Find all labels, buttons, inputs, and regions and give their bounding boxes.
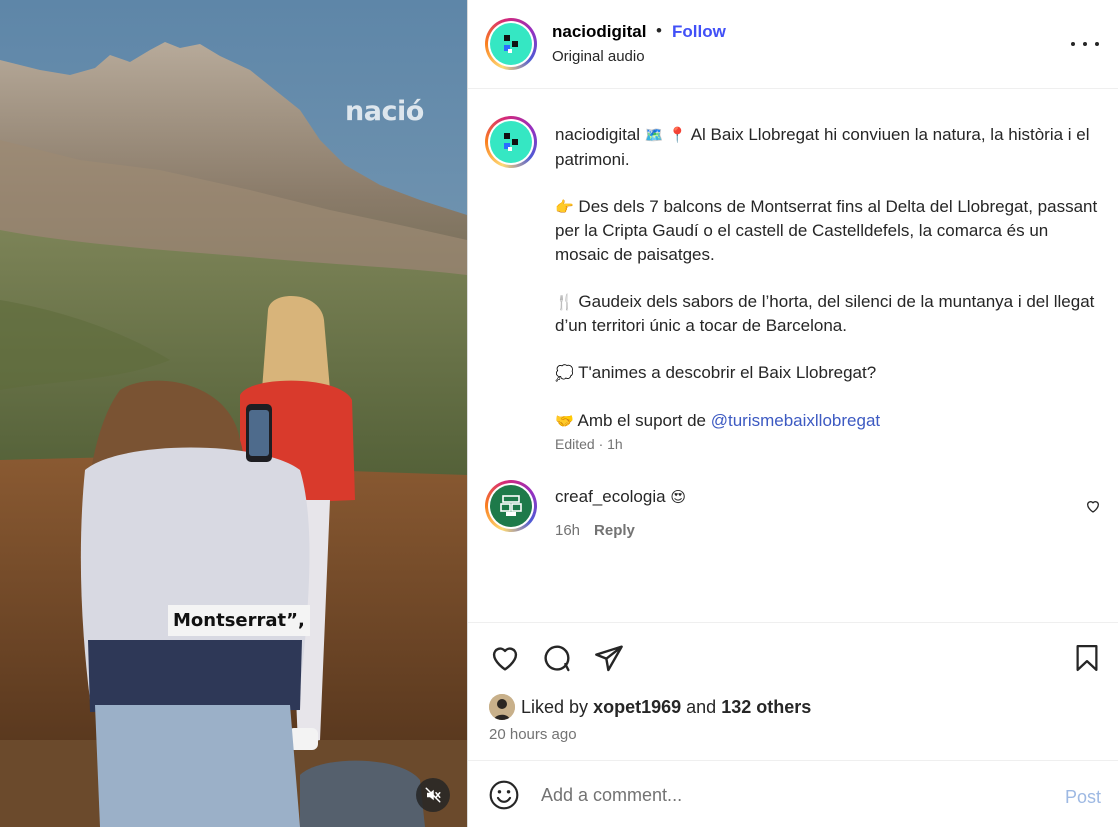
comments-section[interactable]: naciodigital 🗺️ 📍 Al Baix Llobregat hi c…	[468, 90, 1118, 622]
save-button[interactable]	[1070, 641, 1104, 675]
mention-link[interactable]: @turismebaixllobregat	[711, 411, 880, 430]
caption-paragraph-4: T'animes a descobrir el Baix Llobregat?	[578, 363, 877, 382]
speaker-muted-icon	[425, 787, 441, 803]
share-button[interactable]	[592, 641, 626, 675]
naciodigital-logo-icon	[504, 35, 518, 53]
reply-button[interactable]: Reply	[594, 522, 635, 539]
mute-button[interactable]	[416, 778, 450, 812]
header-username[interactable]: naciodigital	[552, 22, 646, 42]
comment-time: 16h	[555, 522, 581, 539]
original-audio-link[interactable]: Original audio	[552, 48, 645, 65]
avatar-photo-icon	[489, 694, 515, 720]
post-header: naciodigital • Follow Original audio	[468, 0, 1118, 89]
brand-watermark: nació	[345, 96, 424, 127]
caption-paragraph-2: Des dels 7 balcons de Montserrat fins al…	[555, 196, 1098, 264]
video-subtitle: Montserrat”,	[168, 605, 310, 636]
caption-paragraph-5: Amb el suport de	[577, 411, 706, 430]
map-pin-emoji: 🗺️ 📍	[644, 126, 687, 144]
caption-text: naciodigital 🗺️ 📍 Al Baix Llobregat hi c…	[555, 123, 1100, 434]
avatar[interactable]	[485, 480, 537, 532]
comment-input[interactable]	[541, 781, 1041, 809]
fork-knife-emoji: 🍴	[555, 292, 574, 311]
likes-summary[interactable]: Liked by xopet1969 and 132 others	[489, 694, 811, 720]
comment-username[interactable]: creaf_ecologia	[555, 487, 666, 506]
naciodigital-logo-icon	[504, 133, 518, 151]
thought-bubble-emoji: 💭	[555, 364, 574, 382]
paper-plane-icon	[595, 645, 623, 672]
comment-text: creaf_ecologia 😍	[555, 487, 686, 507]
more-horizontal-icon	[1071, 42, 1075, 46]
caption-paragraph-3: Gaudeix dels sabors de l’horta, del sile…	[555, 291, 1095, 336]
post-details-panel: naciodigital • Follow Original audio nac…	[467, 0, 1118, 827]
heart-outline-icon	[492, 647, 518, 671]
more-options-button[interactable]	[1071, 34, 1099, 54]
post-actions: Liked by xopet1969 and 132 others 20 hou…	[468, 622, 1118, 760]
avatar[interactable]	[485, 18, 537, 70]
like-button[interactable]	[488, 641, 522, 675]
creaf-logo-icon	[500, 495, 522, 516]
more-dot	[1083, 42, 1087, 46]
caption-username[interactable]: naciodigital	[555, 125, 640, 144]
liker-avatar	[489, 694, 515, 720]
caption-meta: Edited · 1h	[555, 436, 623, 452]
header-separator: •	[656, 21, 662, 40]
liked-by-others[interactable]: 132 others	[721, 697, 811, 718]
comment-button[interactable]	[540, 641, 574, 675]
add-comment-bar: Post	[468, 760, 1118, 827]
post-comment-button[interactable]: Post	[1065, 787, 1101, 808]
handshake-emoji: 🤝	[555, 412, 574, 430]
follow-button[interactable]: Follow	[672, 22, 726, 42]
smiley-icon[interactable]	[488, 779, 520, 811]
pointing-emoji: 👉	[555, 197, 574, 216]
liked-by-and: and	[686, 696, 717, 717]
bookmark-icon	[1076, 645, 1098, 671]
speech-bubble-icon	[544, 645, 570, 672]
liked-by-user[interactable]: xopet1969	[593, 697, 681, 718]
reel-video[interactable]: nació Montserrat”,	[0, 0, 467, 827]
heart-outline-icon[interactable]	[1085, 498, 1101, 514]
heart-eyes-emoji: 😍	[670, 488, 686, 506]
more-dot	[1095, 42, 1099, 46]
liked-by-prefix: Liked by	[521, 696, 589, 717]
avatar[interactable]	[485, 116, 537, 168]
post-timestamp[interactable]: 20 hours ago	[489, 726, 577, 743]
comment-meta: 16h Reply	[555, 522, 635, 539]
